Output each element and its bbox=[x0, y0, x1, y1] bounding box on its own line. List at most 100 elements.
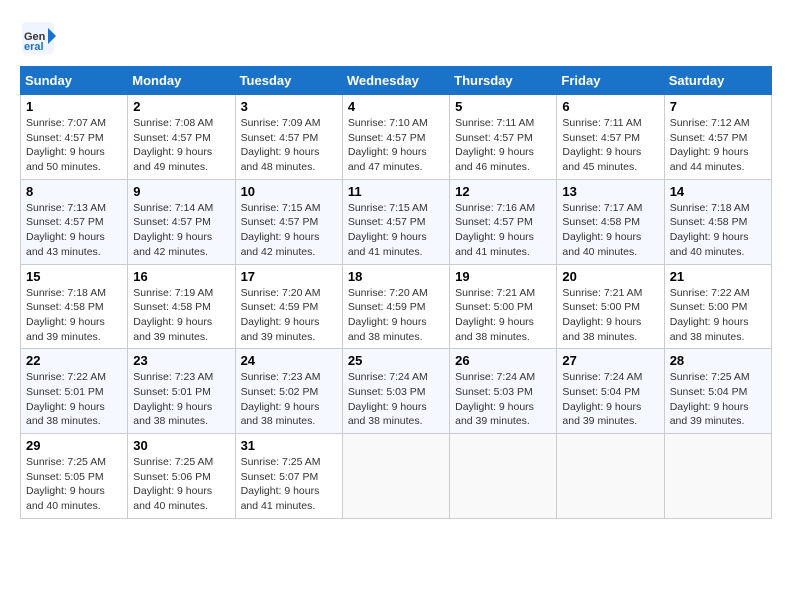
calendar-cell: 7 Sunrise: 7:12 AM Sunset: 4:57 PM Dayli… bbox=[664, 95, 771, 180]
calendar-cell: 14 Sunrise: 7:18 AM Sunset: 4:58 PM Dayl… bbox=[664, 179, 771, 264]
day-number: 9 bbox=[133, 184, 229, 199]
day-info: Sunrise: 7:16 AM Sunset: 4:57 PM Dayligh… bbox=[455, 201, 551, 260]
day-number: 27 bbox=[562, 353, 658, 368]
day-number: 17 bbox=[241, 269, 337, 284]
day-number: 11 bbox=[348, 184, 444, 199]
day-info: Sunrise: 7:11 AM Sunset: 4:57 PM Dayligh… bbox=[455, 116, 551, 175]
calendar-cell: 12 Sunrise: 7:16 AM Sunset: 4:57 PM Dayl… bbox=[450, 179, 557, 264]
calendar-cell: 29 Sunrise: 7:25 AM Sunset: 5:05 PM Dayl… bbox=[21, 434, 128, 519]
day-info: Sunrise: 7:08 AM Sunset: 4:57 PM Dayligh… bbox=[133, 116, 229, 175]
calendar-cell: 20 Sunrise: 7:21 AM Sunset: 5:00 PM Dayl… bbox=[557, 264, 664, 349]
day-info: Sunrise: 7:09 AM Sunset: 4:57 PM Dayligh… bbox=[241, 116, 337, 175]
day-info: Sunrise: 7:22 AM Sunset: 5:01 PM Dayligh… bbox=[26, 370, 122, 429]
day-number: 20 bbox=[562, 269, 658, 284]
weekday-header: Saturday bbox=[664, 67, 771, 95]
calendar-cell: 16 Sunrise: 7:19 AM Sunset: 4:58 PM Dayl… bbox=[128, 264, 235, 349]
day-info: Sunrise: 7:24 AM Sunset: 5:04 PM Dayligh… bbox=[562, 370, 658, 429]
day-info: Sunrise: 7:25 AM Sunset: 5:04 PM Dayligh… bbox=[670, 370, 766, 429]
calendar-week-row: 15 Sunrise: 7:18 AM Sunset: 4:58 PM Dayl… bbox=[21, 264, 772, 349]
day-number: 10 bbox=[241, 184, 337, 199]
calendar-cell: 4 Sunrise: 7:10 AM Sunset: 4:57 PM Dayli… bbox=[342, 95, 449, 180]
day-number: 19 bbox=[455, 269, 551, 284]
day-number: 4 bbox=[348, 99, 444, 114]
calendar-week-row: 22 Sunrise: 7:22 AM Sunset: 5:01 PM Dayl… bbox=[21, 349, 772, 434]
logo: Gen eral bbox=[20, 20, 62, 56]
day-number: 31 bbox=[241, 438, 337, 453]
calendar-cell: 6 Sunrise: 7:11 AM Sunset: 4:57 PM Dayli… bbox=[557, 95, 664, 180]
day-info: Sunrise: 7:21 AM Sunset: 5:00 PM Dayligh… bbox=[455, 286, 551, 345]
calendar-week-row: 29 Sunrise: 7:25 AM Sunset: 5:05 PM Dayl… bbox=[21, 434, 772, 519]
calendar-cell: 2 Sunrise: 7:08 AM Sunset: 4:57 PM Dayli… bbox=[128, 95, 235, 180]
day-info: Sunrise: 7:24 AM Sunset: 5:03 PM Dayligh… bbox=[348, 370, 444, 429]
day-number: 29 bbox=[26, 438, 122, 453]
day-number: 21 bbox=[670, 269, 766, 284]
day-info: Sunrise: 7:14 AM Sunset: 4:57 PM Dayligh… bbox=[133, 201, 229, 260]
day-number: 6 bbox=[562, 99, 658, 114]
weekday-header: Sunday bbox=[21, 67, 128, 95]
calendar-cell: 21 Sunrise: 7:22 AM Sunset: 5:00 PM Dayl… bbox=[664, 264, 771, 349]
calendar-cell: 25 Sunrise: 7:24 AM Sunset: 5:03 PM Dayl… bbox=[342, 349, 449, 434]
calendar-week-row: 8 Sunrise: 7:13 AM Sunset: 4:57 PM Dayli… bbox=[21, 179, 772, 264]
day-info: Sunrise: 7:24 AM Sunset: 5:03 PM Dayligh… bbox=[455, 370, 551, 429]
day-info: Sunrise: 7:25 AM Sunset: 5:07 PM Dayligh… bbox=[241, 455, 337, 514]
day-info: Sunrise: 7:20 AM Sunset: 4:59 PM Dayligh… bbox=[348, 286, 444, 345]
day-number: 22 bbox=[26, 353, 122, 368]
calendar-cell: 26 Sunrise: 7:24 AM Sunset: 5:03 PM Dayl… bbox=[450, 349, 557, 434]
day-info: Sunrise: 7:23 AM Sunset: 5:02 PM Dayligh… bbox=[241, 370, 337, 429]
day-number: 16 bbox=[133, 269, 229, 284]
calendar-cell: 10 Sunrise: 7:15 AM Sunset: 4:57 PM Dayl… bbox=[235, 179, 342, 264]
day-info: Sunrise: 7:22 AM Sunset: 5:00 PM Dayligh… bbox=[670, 286, 766, 345]
calendar-week-row: 1 Sunrise: 7:07 AM Sunset: 4:57 PM Dayli… bbox=[21, 95, 772, 180]
calendar-cell: 24 Sunrise: 7:23 AM Sunset: 5:02 PM Dayl… bbox=[235, 349, 342, 434]
calendar-cell: 1 Sunrise: 7:07 AM Sunset: 4:57 PM Dayli… bbox=[21, 95, 128, 180]
day-info: Sunrise: 7:13 AM Sunset: 4:57 PM Dayligh… bbox=[26, 201, 122, 260]
page-header: Gen eral bbox=[20, 20, 772, 56]
weekday-header: Thursday bbox=[450, 67, 557, 95]
weekday-header: Monday bbox=[128, 67, 235, 95]
day-number: 18 bbox=[348, 269, 444, 284]
day-number: 26 bbox=[455, 353, 551, 368]
day-info: Sunrise: 7:10 AM Sunset: 4:57 PM Dayligh… bbox=[348, 116, 444, 175]
day-number: 23 bbox=[133, 353, 229, 368]
day-number: 15 bbox=[26, 269, 122, 284]
day-info: Sunrise: 7:23 AM Sunset: 5:01 PM Dayligh… bbox=[133, 370, 229, 429]
day-info: Sunrise: 7:25 AM Sunset: 5:06 PM Dayligh… bbox=[133, 455, 229, 514]
day-number: 2 bbox=[133, 99, 229, 114]
calendar-cell: 11 Sunrise: 7:15 AM Sunset: 4:57 PM Dayl… bbox=[342, 179, 449, 264]
day-number: 8 bbox=[26, 184, 122, 199]
calendar-cell: 30 Sunrise: 7:25 AM Sunset: 5:06 PM Dayl… bbox=[128, 434, 235, 519]
calendar-cell bbox=[664, 434, 771, 519]
day-info: Sunrise: 7:12 AM Sunset: 4:57 PM Dayligh… bbox=[670, 116, 766, 175]
calendar-header-row: SundayMondayTuesdayWednesdayThursdayFrid… bbox=[21, 67, 772, 95]
day-number: 28 bbox=[670, 353, 766, 368]
calendar-cell: 17 Sunrise: 7:20 AM Sunset: 4:59 PM Dayl… bbox=[235, 264, 342, 349]
day-number: 13 bbox=[562, 184, 658, 199]
calendar-cell: 13 Sunrise: 7:17 AM Sunset: 4:58 PM Dayl… bbox=[557, 179, 664, 264]
day-number: 12 bbox=[455, 184, 551, 199]
calendar-cell: 8 Sunrise: 7:13 AM Sunset: 4:57 PM Dayli… bbox=[21, 179, 128, 264]
day-number: 24 bbox=[241, 353, 337, 368]
day-info: Sunrise: 7:18 AM Sunset: 4:58 PM Dayligh… bbox=[670, 201, 766, 260]
calendar-cell bbox=[450, 434, 557, 519]
day-number: 14 bbox=[670, 184, 766, 199]
day-info: Sunrise: 7:21 AM Sunset: 5:00 PM Dayligh… bbox=[562, 286, 658, 345]
calendar-cell: 5 Sunrise: 7:11 AM Sunset: 4:57 PM Dayli… bbox=[450, 95, 557, 180]
weekday-header: Wednesday bbox=[342, 67, 449, 95]
day-info: Sunrise: 7:18 AM Sunset: 4:58 PM Dayligh… bbox=[26, 286, 122, 345]
calendar-cell: 22 Sunrise: 7:22 AM Sunset: 5:01 PM Dayl… bbox=[21, 349, 128, 434]
day-info: Sunrise: 7:15 AM Sunset: 4:57 PM Dayligh… bbox=[241, 201, 337, 260]
calendar-cell: 3 Sunrise: 7:09 AM Sunset: 4:57 PM Dayli… bbox=[235, 95, 342, 180]
day-number: 3 bbox=[241, 99, 337, 114]
calendar-cell: 9 Sunrise: 7:14 AM Sunset: 4:57 PM Dayli… bbox=[128, 179, 235, 264]
calendar-cell: 18 Sunrise: 7:20 AM Sunset: 4:59 PM Dayl… bbox=[342, 264, 449, 349]
day-number: 5 bbox=[455, 99, 551, 114]
day-info: Sunrise: 7:17 AM Sunset: 4:58 PM Dayligh… bbox=[562, 201, 658, 260]
day-info: Sunrise: 7:20 AM Sunset: 4:59 PM Dayligh… bbox=[241, 286, 337, 345]
logo-icon: Gen eral bbox=[20, 20, 56, 56]
day-info: Sunrise: 7:19 AM Sunset: 4:58 PM Dayligh… bbox=[133, 286, 229, 345]
calendar-cell: 19 Sunrise: 7:21 AM Sunset: 5:00 PM Dayl… bbox=[450, 264, 557, 349]
svg-text:eral: eral bbox=[24, 41, 44, 53]
day-number: 1 bbox=[26, 99, 122, 114]
day-info: Sunrise: 7:25 AM Sunset: 5:05 PM Dayligh… bbox=[26, 455, 122, 514]
calendar-table: SundayMondayTuesdayWednesdayThursdayFrid… bbox=[20, 66, 772, 519]
